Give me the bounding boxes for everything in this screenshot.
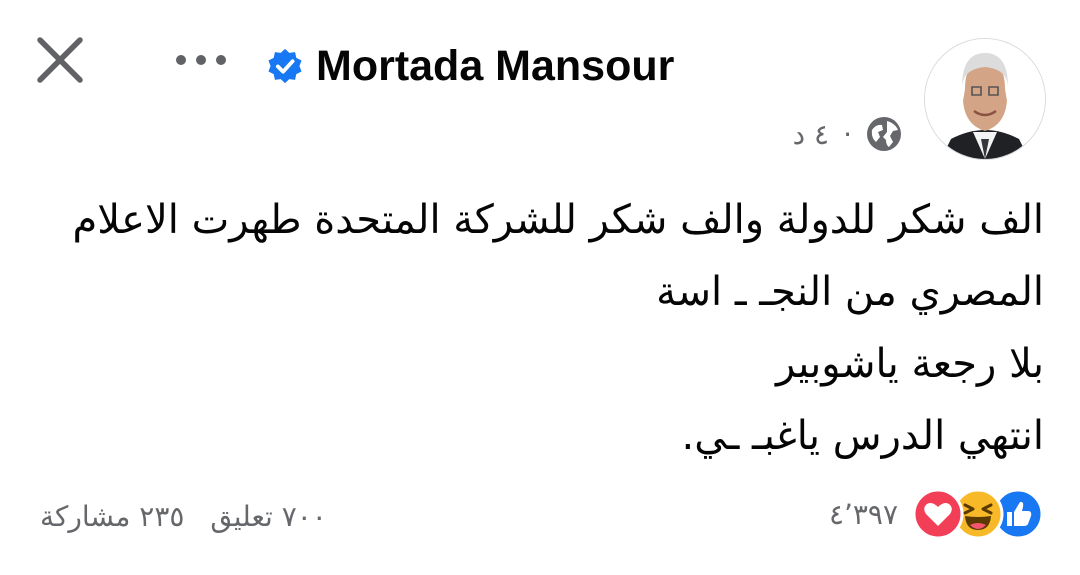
author-name[interactable]: Mortada Mansour	[316, 42, 674, 91]
avatar[interactable]	[924, 38, 1046, 160]
reaction-count: ٤٬٣٩٧	[828, 497, 898, 531]
comment-count[interactable]: ٧٠٠ تعليق	[210, 500, 326, 533]
share-count[interactable]: ٢٣٥ مشاركة	[40, 500, 184, 533]
post-line: المصري من النجـ ـ اسة	[656, 269, 1044, 315]
engagement-stats: ٧٠٠ تعليق ٢٣٥ مشاركة	[40, 492, 327, 540]
globe-icon	[867, 117, 901, 151]
verified-badge-icon	[268, 48, 302, 84]
post-line: الف شكر للدولة والف شكر للشركة المتحدة ط…	[72, 197, 1044, 243]
reactions-summary[interactable]: ٤٬٣٩٧	[829, 488, 1044, 540]
reaction-icons	[912, 488, 1044, 540]
post-header: Mortada Mansour	[266, 36, 674, 96]
love-icon	[912, 488, 964, 540]
post-time[interactable]: ٤ د	[793, 118, 829, 151]
post-meta: ٤ د ·	[793, 112, 902, 156]
more-options-button[interactable]	[166, 40, 236, 80]
more-options-icon	[176, 55, 226, 65]
close-icon	[37, 37, 83, 83]
close-button[interactable]	[32, 32, 88, 88]
post-line: بلا رجعة ياشوبير	[776, 341, 1044, 387]
post-line: انتهي الدرس ياغبـ ـي.	[681, 413, 1044, 459]
post-text: الف شكر للدولة والف شكر للشركة المتحدة ط…	[72, 184, 1044, 472]
meta-separator: ·	[843, 117, 852, 151]
